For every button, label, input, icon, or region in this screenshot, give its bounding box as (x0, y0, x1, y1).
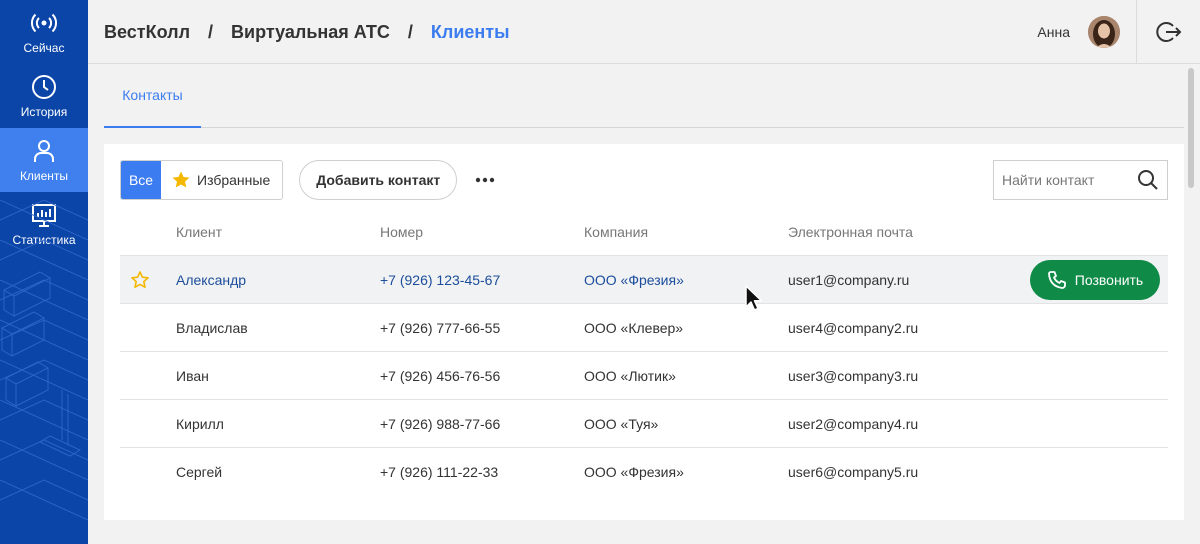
breadcrumb-separator: / (407, 21, 413, 42)
column-header-email[interactable]: Электронная почта (788, 224, 913, 240)
client-name: Иван (176, 368, 209, 384)
sidebar-item-label: История (20, 105, 68, 119)
call-button[interactable]: Позвонить (1030, 260, 1160, 300)
add-contact-button[interactable]: Добавить контакт (299, 160, 458, 200)
client-name[interactable]: Александр (176, 272, 246, 288)
table-header: Клиент Номер Компания Электронная почта (120, 208, 1168, 256)
isometric-pattern-decoration (0, 200, 88, 521)
client-phone: +7 (926) 777-66-55 (380, 320, 501, 336)
top-header: ВестКолл / Виртуальная АТС / Клиенты Анн… (88, 0, 1200, 64)
logout-button[interactable] (1136, 0, 1200, 63)
search-button[interactable] (1134, 166, 1162, 194)
breadcrumb-item-pbx[interactable]: Виртуальная АТС (231, 22, 390, 43)
scrollbar-thumb[interactable] (1188, 68, 1194, 188)
tab-bar: Контакты (104, 64, 1184, 128)
table-row[interactable]: Александр +7 (926) 123-45-67 ООО «Фрезия… (120, 256, 1168, 304)
search-input[interactable] (994, 161, 1134, 199)
filter-favorites-button[interactable]: Избранные (161, 161, 282, 199)
table-row[interactable]: Владислав +7 (926) 777-66-55 ООО «Клевер… (120, 304, 1168, 352)
client-email: user2@company4.ru (788, 416, 919, 432)
filter-favorites-label: Избранные (197, 172, 271, 188)
breadcrumb-separator: / (208, 21, 214, 42)
breadcrumb: ВестКолл / Виртуальная АТС / Клиенты (104, 0, 509, 64)
column-header-company[interactable]: Компания (584, 224, 648, 240)
tab-contacts[interactable]: Контакты (104, 64, 201, 128)
client-email: user4@company2.ru (788, 320, 919, 336)
sidebar-item-clients[interactable]: Клиенты (0, 128, 88, 192)
contacts-panel: Все Избранные Добавить контакт Клиент Но… (104, 144, 1184, 520)
table-row[interactable]: Кирилл +7 (926) 988-77-66 ООО «Туя» user… (120, 400, 1168, 448)
client-phone[interactable]: +7 (926) 123-45-67 (380, 272, 500, 288)
client-name: Кирилл (176, 416, 224, 432)
search-icon (1138, 170, 1158, 190)
breadcrumb-item-current: Клиенты (430, 21, 510, 42)
more-options-button[interactable] (473, 168, 497, 192)
breadcrumb-item-company[interactable]: ВестКолл (104, 22, 190, 43)
search-box (993, 160, 1168, 200)
client-phone: +7 (926) 988-77-66 (380, 416, 501, 432)
more-dots-icon (476, 177, 495, 183)
client-company: ООО «Фрезия» (584, 464, 684, 480)
client-company: ООО «Туя» (584, 416, 659, 432)
client-phone: +7 (926) 111-22-33 (380, 464, 499, 480)
client-name: Сергей (176, 464, 223, 480)
user-menu[interactable]: Анна (1037, 0, 1120, 64)
logout-icon (1155, 21, 1181, 42)
client-email: user1@company.ru (788, 272, 910, 288)
column-header-phone[interactable]: Номер (380, 224, 423, 240)
table-row[interactable]: Сергей +7 (926) 111-22-33 ООО «Фрезия» u… (120, 448, 1168, 496)
favorite-star-icon[interactable] (130, 270, 150, 290)
client-name: Владислав (176, 320, 248, 336)
page-scrollbar[interactable] (1184, 64, 1200, 544)
sidebar-item-history[interactable]: История (0, 64, 88, 128)
filter-all-button[interactable]: Все (121, 161, 161, 199)
sidebar-item-label: Клиенты (19, 169, 69, 183)
sidebar-item-label: Сейчас (23, 41, 65, 55)
clock-icon (32, 75, 56, 99)
broadcast-icon (31, 13, 57, 33)
phone-icon (1047, 271, 1066, 289)
avatar[interactable] (1088, 16, 1120, 48)
sidebar: Сейчас История Клиенты Статистика (0, 0, 88, 544)
user-name: Анна (1037, 24, 1070, 40)
client-company: ООО «Клевер» (584, 320, 684, 336)
client-email: user3@company3.ru (788, 368, 919, 384)
client-phone: +7 (926) 456-76-56 (380, 368, 501, 384)
client-company: ООО «Лютик» (584, 368, 676, 384)
sidebar-item-now[interactable]: Сейчас (0, 0, 88, 64)
client-company[interactable]: ООО «Фрезия» (584, 272, 684, 288)
client-email: user6@company5.ru (788, 464, 919, 480)
column-header-client[interactable]: Клиент (176, 224, 222, 240)
table-row[interactable]: Иван +7 (926) 456-76-56 ООО «Лютик» user… (120, 352, 1168, 400)
star-icon (172, 171, 190, 188)
avatar-image (1088, 16, 1120, 48)
person-icon (34, 140, 54, 162)
call-button-label: Позвонить (1074, 272, 1144, 288)
filter-segmented-control: Все Избранные (120, 160, 284, 200)
toolbar: Все Избранные Добавить контакт (120, 160, 497, 200)
